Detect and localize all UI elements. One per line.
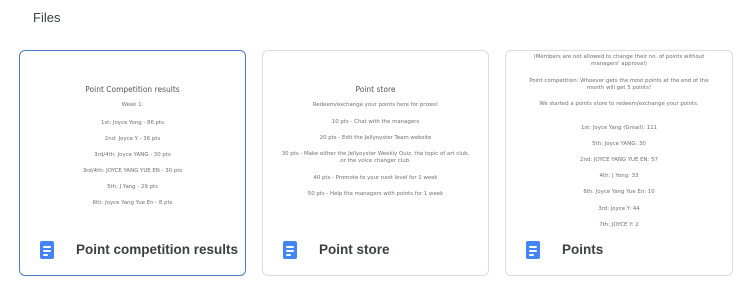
preview-line: We started a points store to redeem/exch… xyxy=(539,101,699,107)
preview-line: 6th: Joyce Yang Yue En - 8 pts xyxy=(92,200,173,206)
file-card-point-store[interactable]: Point store Redeem/exchange your points … xyxy=(262,50,489,276)
preview-line: 2nd: JOYCE YANG YUE EN: 57 xyxy=(580,157,658,163)
preview-line: 5th: J Yang - 29 pts xyxy=(107,184,158,190)
preview-line: 1st: Joyce Yang (Gmail): 111 xyxy=(580,125,658,131)
file-card-points[interactable]: (Members are not allowed to change their… xyxy=(505,50,733,276)
document-preview: Point store Redeem/exchange your points … xyxy=(263,51,488,229)
preview-line: 3rd/4th: Joyce YANG - 30 pts xyxy=(94,152,171,158)
file-name: Points xyxy=(562,242,604,257)
card-footer: Points xyxy=(506,229,732,275)
preview-title: Point store xyxy=(355,85,396,94)
preview-line: 3rd: Joyce Y: 44 xyxy=(598,206,640,212)
preview-line: 10 pts - Chat with the managers xyxy=(331,119,420,125)
preview-line: 6th: Joyce Yang Yue En: 10 xyxy=(583,189,655,195)
preview-line: 7th: JOYCE Y: 2 xyxy=(599,222,639,228)
preview-line: Redeem/exchange your points here for pri… xyxy=(312,102,439,108)
preview-line: 2nd: Joyce Y - 36 pts xyxy=(104,136,161,142)
card-footer: Point competition results xyxy=(20,229,245,275)
preview-line: 50 pts - Help the managers with points f… xyxy=(307,191,444,197)
preview-line: 4th: J Yong: 33 xyxy=(599,173,639,179)
doc-icon xyxy=(526,241,540,259)
preview-line: 1st: Joyce Yong - 86 pts xyxy=(101,120,164,126)
preview-line: 5th: Joyce YANG: 30 xyxy=(592,141,646,147)
preview-line: Point competition: Whoever gets the most… xyxy=(529,78,709,91)
file-name: Point store xyxy=(319,242,390,257)
file-name: Point competition results xyxy=(76,242,239,257)
doc-icon xyxy=(40,241,54,259)
card-footer: Point store xyxy=(263,229,488,275)
preview-line: Week 1: xyxy=(121,102,144,108)
preview-line: 40 pts - Promote to your next level for … xyxy=(313,175,438,181)
document-preview: Point Competition results Week 1: 1st: J… xyxy=(20,51,245,229)
preview-line: 20 pts - Edit the Jellyoyster Team websi… xyxy=(319,135,432,141)
document-preview: (Members are not allowed to change their… xyxy=(506,51,732,229)
preview-title: Point Competition results xyxy=(85,85,180,94)
doc-icon xyxy=(283,241,297,259)
preview-line: 30 pts - Make either the Jellyoyster Wee… xyxy=(281,151,470,164)
file-card-point-competition-results[interactable]: Point Competition results Week 1: 1st: J… xyxy=(19,50,246,276)
preview-line: (Members are not allowed to change their… xyxy=(533,54,705,67)
preview-line: 3rd/4th: JOYCE YANG YUE EN - 30 pts xyxy=(82,168,183,174)
files-section-title: Files xyxy=(33,10,61,25)
